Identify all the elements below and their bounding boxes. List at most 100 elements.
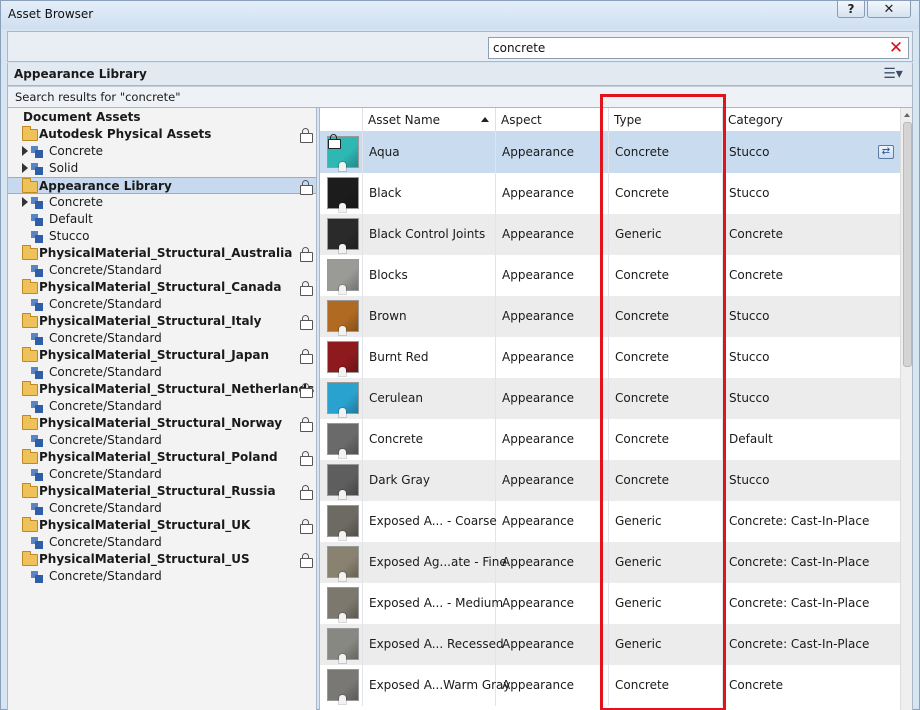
cell-name: Black Control Joints <box>363 214 496 255</box>
expand-arrow-icon[interactable] <box>22 146 28 156</box>
tree-category-item[interactable]: Concrete/Standard <box>8 364 316 381</box>
tree-library-folder[interactable]: Appearance Library <box>8 177 316 195</box>
view-options-icon[interactable]: ☰▾ <box>879 65 907 83</box>
expand-arrow-icon[interactable] <box>22 197 28 207</box>
tree-category-item[interactable]: Concrete/Standard <box>8 534 316 551</box>
lock-icon <box>300 417 313 432</box>
tree-category-item[interactable]: Concrete/Standard <box>8 568 316 585</box>
cell-category: Concrete: Cast-In-Place <box>723 624 900 665</box>
folder-icon <box>22 415 38 430</box>
asset-row[interactable]: Brown Appearance Concrete Stucco <box>320 296 900 337</box>
tree-category-item[interactable]: Concrete/Standard <box>8 330 316 347</box>
tree-library-folder[interactable]: PhysicalMaterial_Structural_Norway <box>8 415 316 432</box>
column-header-category[interactable]: Category <box>723 108 900 132</box>
cell-aspect: Appearance <box>496 665 609 706</box>
cell-category: Concrete: Cast-In-Place <box>723 583 900 624</box>
vertical-scrollbar[interactable] <box>900 108 912 710</box>
tree-item-label: Concrete/Standard <box>49 433 162 447</box>
category-icon <box>31 214 43 226</box>
cell-text: Appearance <box>502 514 575 528</box>
column-header-aspect[interactable]: Aspect <box>496 108 609 132</box>
cell-text: Appearance <box>502 473 575 487</box>
help-button[interactable]: ? <box>837 1 865 18</box>
swatch-sample-icon <box>339 490 346 499</box>
tree-category-item[interactable]: Concrete/Standard <box>8 432 316 449</box>
tree-library-folder[interactable]: PhysicalMaterial_Structural_Poland <box>8 449 316 466</box>
asset-row[interactable]: Exposed Ag...ate - Fine Appearance Generic… <box>320 542 900 583</box>
asset-row[interactable]: Aqua Appearance Concrete Stucco ⇄ <box>320 132 900 173</box>
lock-icon <box>300 519 313 534</box>
scroll-up-icon[interactable] <box>904 113 910 117</box>
tree-item-label: PhysicalMaterial_Structural_Canada <box>39 280 282 294</box>
asset-row[interactable]: Dark Gray Appearance Concrete Stucco <box>320 460 900 501</box>
cell-text: Exposed A... - Medium <box>369 596 504 610</box>
cell-aspect: Appearance <box>496 624 609 665</box>
cell-text: Default <box>729 432 773 446</box>
tree-library-folder[interactable]: PhysicalMaterial_Structural_Australia <box>8 245 316 262</box>
asset-row[interactable]: Exposed A... - Coarse Appearance Generic Co… <box>320 501 900 542</box>
tree-library-folder[interactable]: PhysicalMaterial_Structural_Italy <box>8 313 316 330</box>
tree-item-label: Autodesk Physical Assets <box>39 127 212 141</box>
tree-library-folder[interactable]: PhysicalMaterial_Structural_US <box>8 551 316 568</box>
column-header-asset-name[interactable]: Asset Name <box>363 108 496 132</box>
thumbnail-cell <box>320 624 363 665</box>
tree-category-item[interactable]: Default <box>8 211 316 228</box>
swatch-sample-icon <box>339 449 346 458</box>
lock-icon <box>300 383 313 398</box>
tree-library-folder[interactable]: Autodesk Physical Assets <box>8 126 316 143</box>
search-results-text: Search results for "concrete" <box>15 90 181 104</box>
asset-row[interactable]: Exposed A... Recessed Appearance Generic Co… <box>320 624 900 665</box>
tree-category-item[interactable]: Concrete/Standard <box>8 262 316 279</box>
tree-item-label: Default <box>49 212 93 226</box>
asset-row[interactable]: Black Control Joints Appearance Generic Con… <box>320 214 900 255</box>
library-tree[interactable]: Document Assets Autodesk Physical Assets C… <box>7 108 317 710</box>
tree-category-item[interactable]: Concrete <box>8 143 316 160</box>
expand-arrow-icon[interactable] <box>22 163 28 173</box>
cell-type: Concrete <box>609 255 723 296</box>
swatch-sample-icon <box>339 613 346 622</box>
lock-icon <box>300 349 313 364</box>
folder-icon <box>22 551 38 566</box>
asset-row[interactable]: Exposed A...Warm Gray Appearance Concrete C… <box>320 665 900 706</box>
cell-text: Concrete: Cast-In-Place <box>729 637 870 651</box>
replace-asset-icon[interactable]: ⇄ <box>878 145 894 159</box>
thumbnail-cell <box>320 337 363 378</box>
tree-section-header[interactable]: Document Assets <box>8 109 316 126</box>
tree-library-folder[interactable]: PhysicalMaterial_Structural_Netherlands <box>8 381 316 398</box>
cell-text: Appearance <box>502 596 575 610</box>
search-box[interactable]: ✕ <box>488 37 909 59</box>
asset-row[interactable]: Blocks Appearance Concrete Concrete <box>320 255 900 296</box>
library-title: Appearance Library <box>14 67 147 81</box>
tree-category-item[interactable]: Concrete/Standard <box>8 296 316 313</box>
category-icon <box>31 299 43 311</box>
tree-category-item[interactable]: Concrete/Standard <box>8 500 316 517</box>
asset-row[interactable]: Exposed A... - Medium Appearance Generic Co… <box>320 583 900 624</box>
category-icon <box>31 503 43 515</box>
lock-icon <box>300 485 313 500</box>
cell-category: Concrete: Cast-In-Place <box>723 501 900 542</box>
search-input[interactable] <box>493 40 873 56</box>
asset-row[interactable]: Black Appearance Concrete Stucco <box>320 173 900 214</box>
tree-category-item[interactable]: Concrete <box>8 194 316 211</box>
column-header-type[interactable]: Type <box>609 108 723 132</box>
tree-category-item[interactable]: Solid <box>8 160 316 177</box>
asset-grid[interactable]: Asset Name Aspect Type Category Aqua Appe… <box>319 108 913 710</box>
tree-category-item[interactable]: Concrete/Standard <box>8 466 316 483</box>
tree-library-folder[interactable]: PhysicalMaterial_Structural_UK <box>8 517 316 534</box>
tree-category-item[interactable]: Stucco <box>8 228 316 245</box>
tree-library-folder[interactable]: PhysicalMaterial_Structural_Japan <box>8 347 316 364</box>
cell-aspect: Appearance <box>496 501 609 542</box>
close-button[interactable]: ✕ <box>867 1 911 18</box>
clear-search-icon[interactable]: ✕ <box>888 39 904 57</box>
tree-item-label: PhysicalMaterial_Structural_Japan <box>39 348 270 362</box>
tree-library-folder[interactable]: PhysicalMaterial_Structural_Canada <box>8 279 316 296</box>
tree-library-folder[interactable]: PhysicalMaterial_Structural_Russia <box>8 483 316 500</box>
title-bar[interactable]: Asset Browser ? ✕ <box>1 1 919 29</box>
cell-name: Black <box>363 173 496 214</box>
material-swatch <box>327 259 359 294</box>
asset-row[interactable]: Burnt Red Appearance Concrete Stucco <box>320 337 900 378</box>
asset-row[interactable]: Cerulean Appearance Concrete Stucco <box>320 378 900 419</box>
scrollbar-thumb[interactable] <box>903 122 912 367</box>
asset-row[interactable]: Concrete Appearance Concrete Default <box>320 419 900 460</box>
tree-category-item[interactable]: Concrete/Standard <box>8 398 316 415</box>
